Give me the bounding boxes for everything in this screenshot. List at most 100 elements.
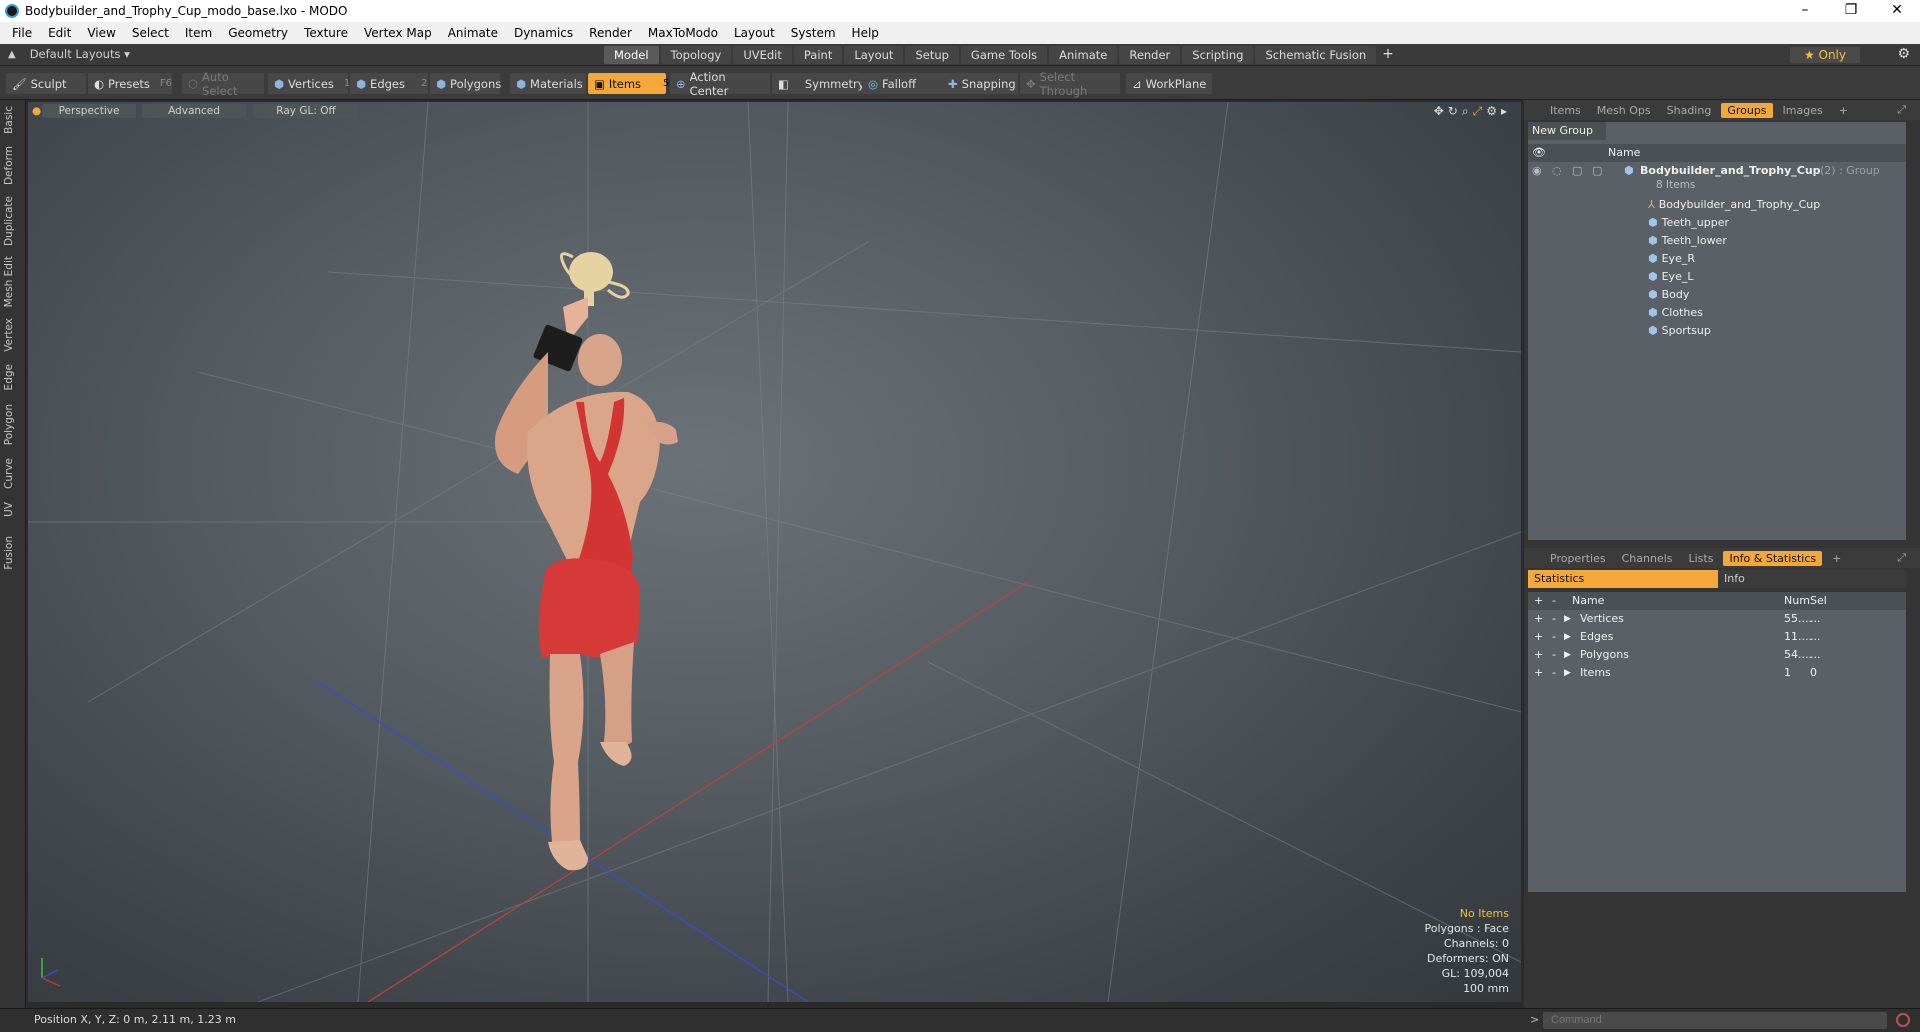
tab-layout[interactable]: Layout: [844, 46, 904, 64]
tab-model[interactable]: Model: [604, 46, 659, 64]
remove-icon[interactable]: -: [1552, 664, 1556, 682]
group-item-row[interactable]: ⅄ Bodybuilder_and_Trophy_Cup: [1528, 196, 1906, 214]
tool-tab-duplicate[interactable]: Duplicate: [3, 196, 15, 246]
group-item-row[interactable]: ⬢ Body: [1528, 286, 1906, 304]
sculpt-button[interactable]: 🖌 Sculpt: [6, 73, 86, 94]
remove-icon[interactable]: -: [1552, 628, 1556, 646]
menu-render[interactable]: Render: [581, 26, 640, 40]
group-item-row[interactable]: ⬢ Clothes: [1528, 304, 1906, 322]
tab-animate[interactable]: Animate: [1049, 46, 1118, 64]
symmetry-button[interactable]: ◧ Symmetry: [772, 73, 865, 94]
new-group-button[interactable]: New Group: [1528, 122, 1606, 140]
tab-uvedit[interactable]: UVEdit: [733, 46, 792, 64]
tool-tab-curve[interactable]: Curve: [3, 458, 15, 489]
menu-maxtomodo[interactable]: MaxToModo: [640, 26, 726, 40]
expand-arrow-icon[interactable]: ▶: [1564, 628, 1571, 646]
collapse-all-icon[interactable]: -: [1552, 592, 1556, 610]
add-tab-icon[interactable]: +: [1378, 46, 1398, 64]
remove-icon[interactable]: -: [1552, 646, 1556, 664]
materials-button[interactable]: ⬢ Materials: [510, 73, 586, 94]
vertices-button[interactable]: ⬢ Vertices 1: [268, 73, 350, 94]
add-tab-icon[interactable]: +: [1826, 551, 1847, 566]
menu-edit[interactable]: Edit: [40, 26, 79, 40]
expand-arrow-icon[interactable]: ▶: [1564, 664, 1571, 682]
3d-viewport[interactable]: ● Perspective Advanced Ray GL: Off ✥ ↻ ⌕…: [28, 102, 1521, 1002]
minimize-icon[interactable]: –: [1782, 0, 1828, 22]
menu-help[interactable]: Help: [844, 26, 887, 40]
falloff-button[interactable]: ◎ Falloff: [862, 73, 946, 94]
stats-row-polygons[interactable]: + - ▶ Polygons 54.... ...: [1528, 646, 1906, 664]
tab-mesh-ops[interactable]: Mesh Ops: [1591, 103, 1657, 118]
group-item-row[interactable]: ⬢ Eye_R: [1528, 250, 1906, 268]
menu-dynamics[interactable]: Dynamics: [506, 26, 581, 40]
tab-paint[interactable]: Paint: [793, 46, 843, 64]
bodybuilder-model[interactable]: [494, 252, 678, 871]
tab-channels[interactable]: Channels: [1616, 551, 1679, 566]
menu-layout[interactable]: Layout: [726, 26, 783, 40]
tab-info-statistics[interactable]: Info & Statistics: [1723, 550, 1823, 566]
tab-properties[interactable]: Properties: [1544, 551, 1612, 566]
group-item-row[interactable]: ⬢ Teeth_upper: [1528, 214, 1906, 232]
tab-game-tools[interactable]: Game Tools: [960, 46, 1048, 64]
edges-button[interactable]: ⬢ Edges 2: [350, 73, 428, 94]
tool-tab-mesh-edit[interactable]: Mesh Edit: [3, 256, 15, 307]
expand-arrow-icon[interactable]: ▶: [1564, 646, 1571, 664]
menu-file[interactable]: File: [4, 26, 40, 40]
expand-arrow-icon[interactable]: ▶: [1564, 610, 1571, 628]
menu-vertex-map[interactable]: Vertex Map: [356, 26, 440, 40]
layout-pin-icon[interactable]: ▲: [8, 49, 16, 60]
remove-icon[interactable]: -: [1552, 610, 1556, 628]
tab-setup[interactable]: Setup: [905, 46, 959, 64]
tab-shading[interactable]: Shading: [1661, 103, 1718, 118]
tab-images[interactable]: Images: [1777, 103, 1829, 118]
layout-preset-dropdown[interactable]: Default Layouts ▾: [30, 47, 130, 61]
stats-row-items[interactable]: + - ▶ Items 1 0: [1528, 664, 1906, 682]
menu-system[interactable]: System: [783, 26, 844, 40]
action-center-button[interactable]: ⊕ Action Center: [670, 70, 770, 98]
items-button[interactable]: ▣ Items 5: [588, 73, 669, 94]
subtab-info[interactable]: Info: [1724, 570, 1745, 588]
tab-groups[interactable]: Groups: [1721, 102, 1773, 118]
stats-row-vertices[interactable]: + - ▶ Vertices 55.... ...: [1528, 610, 1906, 628]
group-item-row[interactable]: ⬢ Teeth_lower: [1528, 232, 1906, 250]
tab-items[interactable]: Items: [1544, 103, 1587, 118]
close-icon[interactable]: ✕: [1874, 0, 1920, 22]
workplane-button[interactable]: ⊿ WorkPlane: [1126, 73, 1212, 94]
expand-panel-icon[interactable]: ⤢: [1891, 550, 1912, 566]
select-through-button[interactable]: ✥ Select Through: [1020, 70, 1120, 98]
add-icon[interactable]: +: [1534, 628, 1543, 646]
add-icon[interactable]: +: [1534, 646, 1543, 664]
menu-geometry[interactable]: Geometry: [220, 26, 296, 40]
subtab-statistics[interactable]: Statistics: [1528, 570, 1718, 588]
tab-topology[interactable]: Topology: [660, 46, 732, 64]
tab-schematic-fusion[interactable]: Schematic Fusion: [1255, 46, 1377, 64]
snapping-button[interactable]: ✚ Snapping: [942, 73, 1018, 94]
expand-all-icon[interactable]: +: [1534, 592, 1543, 610]
polygons-button[interactable]: ⬢ Polygons: [430, 73, 501, 94]
record-macro-icon[interactable]: [1896, 1013, 1910, 1027]
group-item-row[interactable]: ⬢ Sportsup: [1528, 322, 1906, 340]
command-input[interactable]: [1543, 1012, 1887, 1029]
menu-texture[interactable]: Texture: [296, 26, 356, 40]
gear-icon[interactable]: ⚙: [1897, 46, 1910, 62]
tool-tab-fusion[interactable]: Fusion: [3, 536, 15, 570]
tool-tab-polygon[interactable]: Polygon: [3, 404, 15, 445]
tool-tab-deform[interactable]: Deform: [3, 146, 15, 185]
tool-tab-edge[interactable]: Edge: [3, 364, 15, 390]
menu-view[interactable]: View: [79, 26, 123, 40]
tool-tab-basic[interactable]: Basic: [3, 106, 15, 134]
maximize-icon[interactable]: ❐: [1828, 0, 1874, 22]
menu-item[interactable]: Item: [177, 26, 220, 40]
add-icon[interactable]: +: [1534, 664, 1543, 682]
menu-select[interactable]: Select: [124, 26, 177, 40]
presets-button[interactable]: ◐ Presets F6: [88, 73, 172, 94]
expand-panel-icon[interactable]: ⤢: [1891, 102, 1912, 118]
tab-scripting[interactable]: Scripting: [1182, 46, 1254, 64]
group-item-row[interactable]: ⬢ Eye_L: [1528, 268, 1906, 286]
tab-lists[interactable]: Lists: [1683, 551, 1720, 566]
tool-tab-vertex[interactable]: Vertex: [3, 318, 15, 352]
tab-render[interactable]: Render: [1119, 46, 1181, 64]
tool-tab-uv[interactable]: UV: [3, 502, 15, 517]
stats-row-edges[interactable]: + - ▶ Edges 11.... ...: [1528, 628, 1906, 646]
only-toggle[interactable]: ★ Only: [1789, 47, 1860, 63]
